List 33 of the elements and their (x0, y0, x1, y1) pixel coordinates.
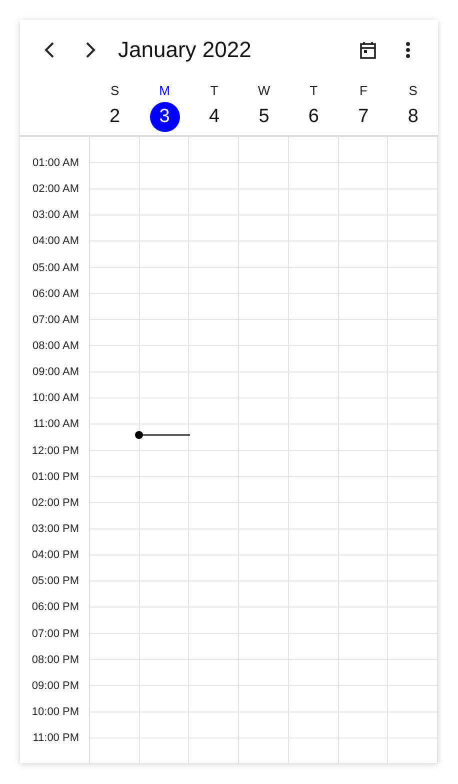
time-label: 09:00 AM (32, 366, 79, 380)
time-label: 01:00 AM (32, 157, 79, 170)
time-label: 08:00 AM (32, 340, 79, 354)
day-header[interactable]: M 3 (140, 80, 190, 135)
time-label: 03:00 AM (32, 209, 79, 222)
day-header[interactable]: W 5 (239, 80, 289, 135)
month-title: January 2022 (118, 37, 252, 63)
time-label: 08:00 PM (32, 654, 79, 667)
day-header[interactable]: F 7 (338, 80, 388, 135)
day-header[interactable]: S 2 (90, 80, 140, 135)
time-label: 05:00 PM (32, 575, 79, 588)
time-label: 07:00 PM (32, 628, 79, 641)
time-label: 09:00 PM (32, 680, 79, 693)
more-icon (405, 41, 411, 59)
time-label: 10:00 AM (32, 392, 79, 406)
time-label: 04:00 AM (32, 235, 79, 248)
time-label: 04:00 PM (32, 549, 79, 562)
calendar-icon (358, 40, 378, 60)
time-label: 11:00 AM (33, 418, 79, 432)
time-label: 12:00 PM (32, 444, 79, 458)
day-header[interactable]: T 6 (288, 80, 339, 135)
time-label: 07:00 AM (32, 314, 79, 327)
day-header[interactable]: S 8 (388, 80, 438, 135)
time-label: 10:00 PM (32, 706, 79, 720)
time-label: 06:00 PM (32, 601, 79, 614)
day-header[interactable]: T 4 (189, 80, 240, 135)
time-label: 05:00 AM (32, 262, 79, 275)
time-label: 02:00 AM (32, 183, 79, 196)
time-label: 02:00 PM (32, 496, 79, 510)
time-label: 11:00 PM (32, 732, 79, 746)
time-label: 06:00 AM (32, 288, 79, 301)
time-label: 01:00 PM (32, 470, 79, 484)
time-label: 03:00 PM (32, 523, 79, 536)
